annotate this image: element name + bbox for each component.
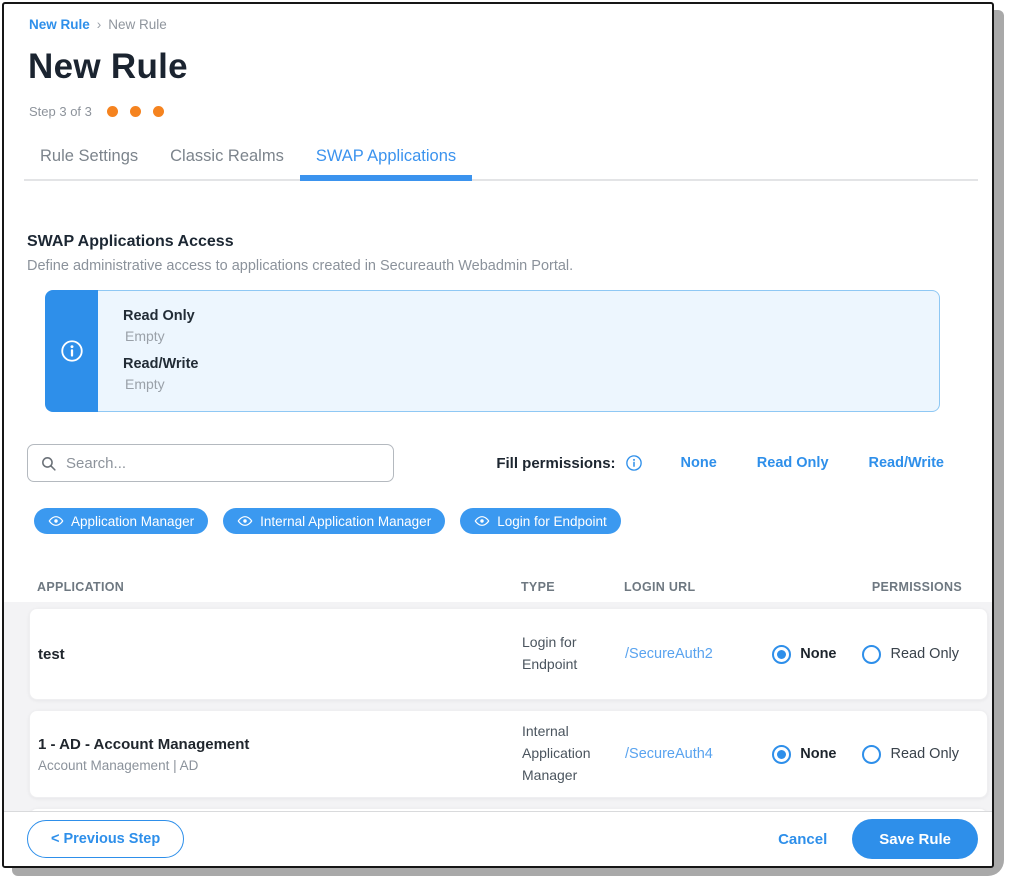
column-header-login-url: LOGIN URL	[624, 580, 764, 594]
permissions-cell: None Read Only	[765, 645, 987, 664]
section-description: Define administrative access to applicat…	[27, 258, 992, 274]
fill-none-link[interactable]: None	[681, 455, 717, 471]
chip-internal-application-manager[interactable]: Internal Application Manager	[223, 508, 445, 534]
info-icon	[59, 338, 85, 364]
previous-step-button[interactable]: < Previous Step	[27, 820, 184, 858]
radio-none[interactable]	[772, 645, 791, 664]
search-box[interactable]	[27, 444, 394, 482]
breadcrumb: New Rule › New Rule	[29, 17, 992, 32]
permission-label: Read Only	[890, 746, 959, 762]
permissions-summary-box: Read Only Empty Read/Write Empty	[45, 290, 940, 412]
tab-bar: Rule Settings Classic Realms SWAP Applic…	[24, 141, 978, 181]
page-title: New Rule	[28, 47, 992, 87]
eye-icon	[474, 513, 490, 529]
tab-classic-realms[interactable]: Classic Realms	[154, 141, 300, 179]
radio-read-only[interactable]	[862, 645, 881, 664]
application-name: test	[38, 646, 522, 663]
chip-label: Internal Application Manager	[260, 514, 431, 529]
login-url-link[interactable]: /SecureAuth2	[625, 646, 765, 662]
breadcrumb-separator: ›	[97, 17, 102, 32]
info-strip	[45, 290, 98, 412]
radio-none[interactable]	[772, 745, 791, 764]
type-cell: Internal Application Manager	[522, 721, 625, 786]
permission-option-read-only[interactable]: Read Only	[862, 645, 959, 664]
radio-read-only[interactable]	[862, 745, 881, 764]
chip-label: Login for Endpoint	[497, 514, 607, 529]
screenshot-frame: New Rule › New Rule New Rule Step 3 of 3…	[0, 0, 1012, 889]
fill-permissions-label: Fill permissions:	[496, 455, 615, 472]
save-rule-button[interactable]: Save Rule	[852, 819, 978, 859]
summary-read-only-value: Empty	[125, 328, 939, 344]
permission-label: None	[800, 646, 836, 662]
table-row: test Login for Endpoint /SecureAuth2 Non…	[29, 608, 988, 700]
permission-label: Read Only	[890, 646, 959, 662]
chip-label: Application Manager	[71, 514, 194, 529]
column-header-application: APPLICATION	[37, 580, 521, 594]
type-cell: Login for Endpoint	[522, 632, 625, 675]
permission-option-read-only[interactable]: Read Only	[862, 745, 959, 764]
table-header: APPLICATION TYPE LOGIN URL PERMISSIONS	[29, 580, 990, 594]
breadcrumb-current: New Rule	[108, 17, 167, 32]
step-dot	[107, 106, 118, 117]
permission-option-none[interactable]: None	[772, 745, 836, 764]
fill-read-only-link[interactable]: Read Only	[757, 455, 829, 471]
application-subtitle: Account Management | AD	[38, 758, 522, 773]
tab-rule-settings[interactable]: Rule Settings	[24, 141, 154, 179]
permission-label: None	[800, 746, 836, 762]
toolbar: Fill permissions: None Read Only Read/Wr…	[4, 444, 992, 482]
new-rule-page: New Rule › New Rule New Rule Step 3 of 3…	[2, 2, 994, 868]
fill-permissions-info-icon[interactable]	[625, 454, 643, 472]
application-cell: test	[38, 646, 522, 663]
chip-login-for-endpoint[interactable]: Login for Endpoint	[460, 508, 621, 534]
permissions-cell: None Read Only	[765, 745, 987, 764]
summary-read-write-label: Read/Write	[123, 356, 939, 372]
eye-icon	[48, 513, 64, 529]
login-url-link[interactable]: /SecureAuth4	[625, 746, 765, 762]
step-dots	[107, 106, 164, 117]
step-indicator: Step 3 of 3	[29, 104, 992, 119]
fill-read-write-link[interactable]: Read/Write	[869, 455, 944, 471]
application-name: 1 - AD - Account Management	[38, 736, 522, 753]
column-header-permissions: PERMISSIONS	[764, 580, 990, 594]
table-row: 1 - AD - Account Management Account Mana…	[29, 710, 988, 798]
permission-option-none[interactable]: None	[772, 645, 836, 664]
table-body: test Login for Endpoint /SecureAuth2 Non…	[4, 602, 992, 817]
tab-swap-applications[interactable]: SWAP Applications	[300, 141, 472, 179]
search-input[interactable]	[66, 455, 381, 472]
step-dot	[153, 106, 164, 117]
chip-application-manager[interactable]: Application Manager	[34, 508, 208, 534]
section-title: SWAP Applications Access	[27, 233, 992, 251]
application-cell: 1 - AD - Account Management Account Mana…	[38, 736, 522, 773]
summary-read-only-label: Read Only	[123, 308, 939, 324]
footer-actions: Cancel Save Rule	[778, 819, 978, 859]
summary-read-write-value: Empty	[125, 376, 939, 392]
breadcrumb-parent-link[interactable]: New Rule	[29, 17, 90, 32]
step-dot	[130, 106, 141, 117]
search-icon	[40, 455, 57, 472]
cancel-button[interactable]: Cancel	[778, 831, 827, 848]
eye-icon	[237, 513, 253, 529]
footer-bar: < Previous Step Cancel Save Rule	[4, 811, 992, 866]
summary-content: Read Only Empty Read/Write Empty	[98, 290, 940, 412]
filter-chips: Application Manager Internal Application…	[34, 508, 992, 534]
column-header-type: TYPE	[521, 580, 624, 594]
step-label: Step 3 of 3	[29, 104, 92, 119]
fill-permissions: Fill permissions: None Read Only Read/Wr…	[496, 454, 944, 472]
